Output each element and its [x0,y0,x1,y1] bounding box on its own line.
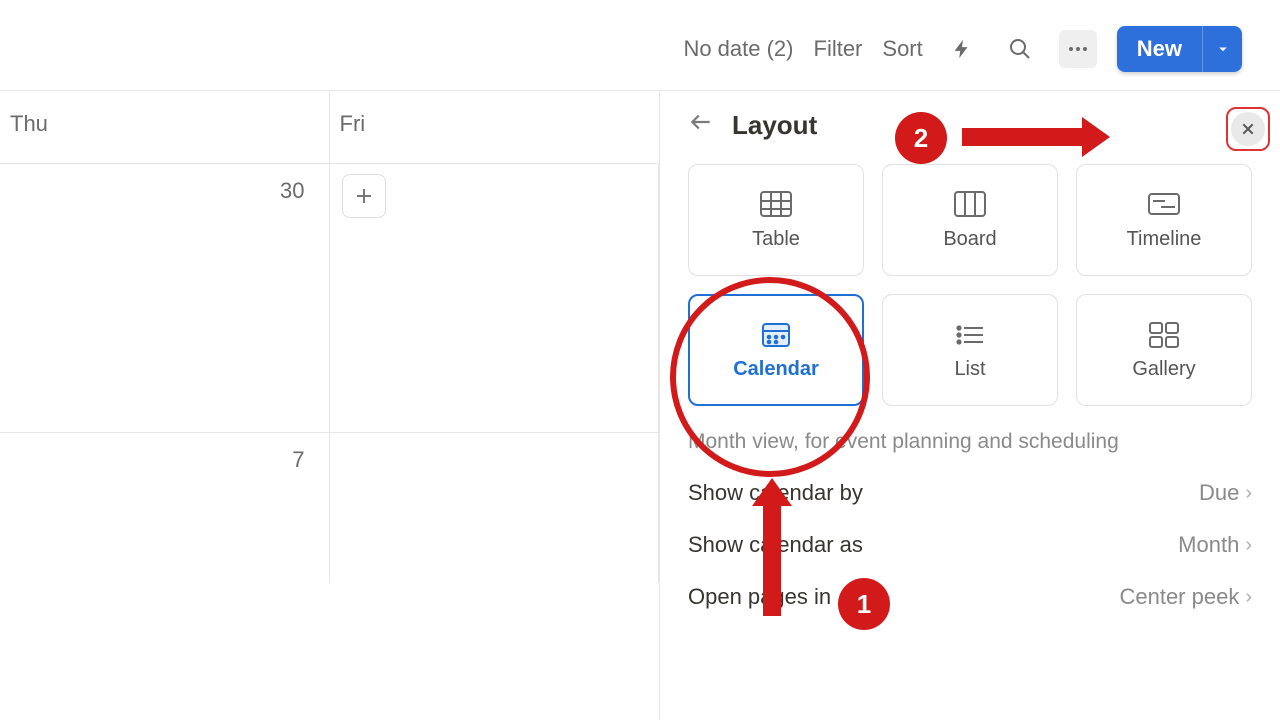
layout-label: Table [752,228,800,251]
col-fri: Fri [330,91,660,163]
new-button[interactable]: New [1117,26,1202,72]
view-toolbar: No date (2) Filter Sort New [683,26,1242,72]
layout-label: List [954,358,985,381]
setting-label: Show calendar as [688,532,863,558]
layout-label: Gallery [1132,358,1195,381]
search-icon[interactable] [1001,30,1039,68]
layout-option-calendar[interactable]: Calendar [688,294,864,406]
new-button-group: New [1117,26,1242,72]
calendar-day-header: Thu Fri [0,91,659,163]
lightning-icon[interactable] [943,30,981,68]
table-icon [759,190,793,218]
layout-options-grid: Table Board Timeline Calendar [688,164,1252,406]
close-panel-button[interactable] [1226,107,1270,151]
layout-option-list[interactable]: List [882,294,1058,406]
layout-option-table[interactable]: Table [688,164,864,276]
chevron-right-icon: › [1245,482,1252,505]
chevron-right-icon: › [1245,534,1252,557]
gallery-icon [1147,320,1181,348]
setting-show-calendar-by[interactable]: Show calendar by Due › [688,480,1252,506]
setting-open-pages-in[interactable]: Open pages in Center peek › [688,584,1252,610]
close-icon [1231,112,1265,146]
layout-option-board[interactable]: Board [882,164,1058,276]
chevron-right-icon: › [1245,586,1252,609]
sort-button[interactable]: Sort [882,36,922,62]
filter-button[interactable]: Filter [814,36,863,62]
setting-value: Center peek [1119,584,1239,610]
more-icon[interactable] [1059,30,1097,68]
new-dropdown-caret[interactable] [1202,26,1242,72]
col-thu: Thu [0,91,330,163]
setting-value: Month [1178,532,1239,558]
layout-description: Month view, for event planning and sched… [688,430,1252,454]
board-icon [953,190,987,218]
date-30: 30 [280,178,304,204]
layout-panel: Layout Table Board [660,91,1280,720]
add-page-button[interactable] [342,174,386,218]
setting-label: Open pages in [688,584,831,610]
date-7: 7 [292,447,304,473]
panel-title: Layout [732,110,817,141]
timeline-icon [1147,190,1181,218]
back-arrow-icon[interactable] [688,109,714,142]
setting-value: Due [1199,480,1239,506]
layout-label: Board [943,228,996,251]
setting-label: Show calendar by [688,480,863,506]
no-date-button[interactable]: No date (2) [683,36,793,62]
calendar-icon [759,320,793,348]
setting-show-calendar-as[interactable]: Show calendar as Month › [688,532,1252,558]
calendar-grid: Thu Fri 30 7 [0,91,660,720]
layout-option-timeline[interactable]: Timeline [1076,164,1252,276]
layout-option-gallery[interactable]: Gallery [1076,294,1252,406]
list-icon [953,320,987,348]
layout-label: Timeline [1127,228,1202,251]
layout-label: Calendar [733,358,819,381]
